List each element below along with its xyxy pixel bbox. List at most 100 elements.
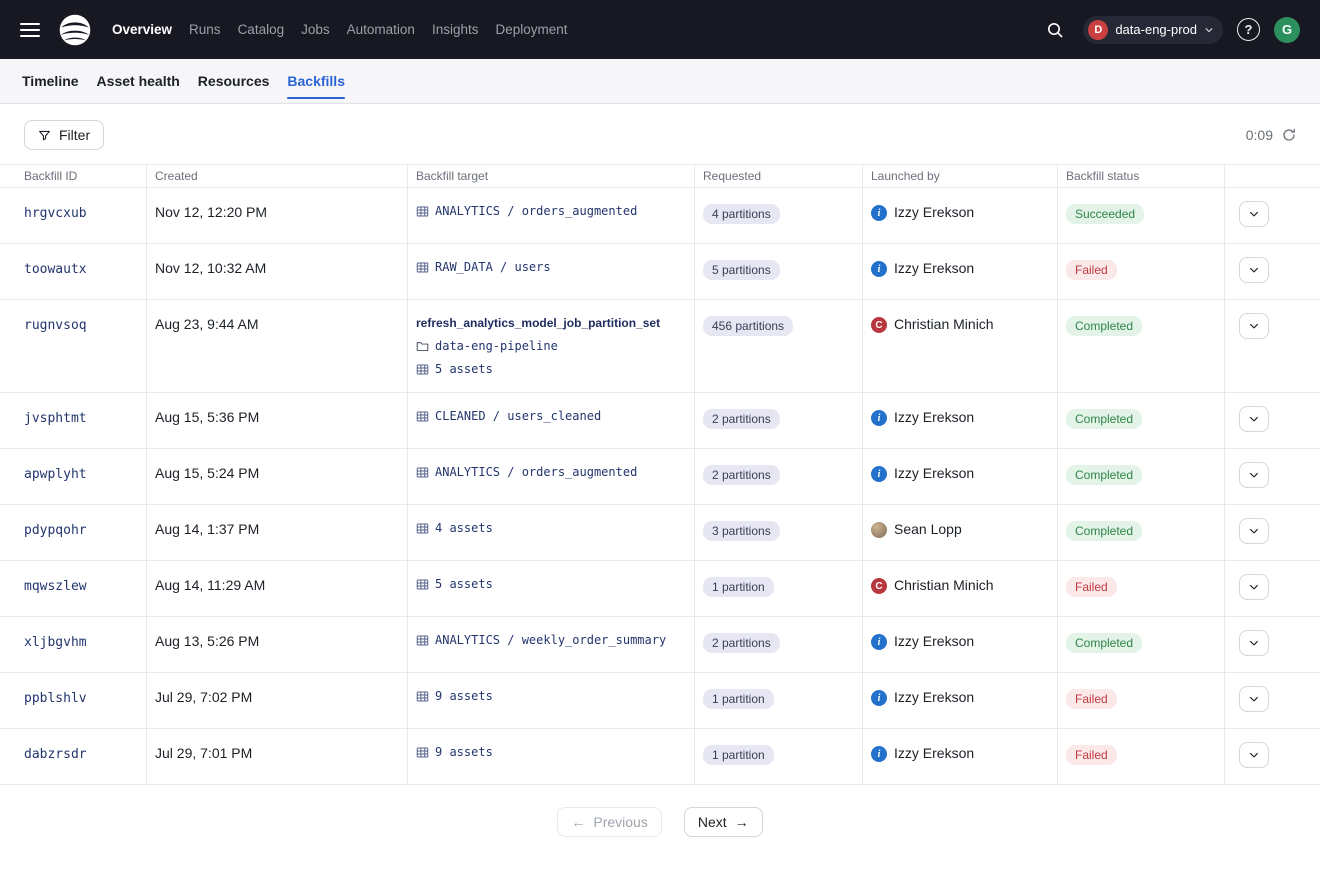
target-link[interactable]: data-eng-pipeline [435, 339, 558, 353]
status-badge: Failed [1066, 260, 1117, 280]
status-badge: Failed [1066, 577, 1117, 597]
backfill-id-link[interactable]: apwplyht [24, 467, 87, 482]
target-line: 4 assets [416, 521, 686, 535]
left-arrow-icon: ← [571, 814, 585, 830]
backfill-id-cell: jvsphtmt [0, 393, 147, 448]
grid-icon [416, 410, 429, 423]
tab-resources[interactable]: Resources [198, 59, 270, 103]
user-avatar-icon: i [871, 746, 887, 762]
refresh-icon[interactable] [1282, 128, 1296, 142]
created-cell: Jul 29, 7:02 PM [147, 673, 408, 728]
launched-by-cell: iIzzy Erekson [863, 673, 1058, 728]
target-link[interactable]: ANALYTICS / orders_augmented [435, 204, 637, 218]
requested-badge: 2 partitions [703, 465, 780, 485]
backfill-id-link[interactable]: xljbgvhm [24, 635, 87, 650]
nav-item-automation[interactable]: Automation [347, 22, 415, 37]
table-row: pdypqohr Aug 14, 1:37 PM 4 assets 3 part… [0, 505, 1320, 561]
nav-item-catalog[interactable]: Catalog [238, 22, 285, 37]
requested-cell: 1 partition [695, 673, 863, 728]
user-avatar-icon: C [871, 317, 887, 333]
nav-item-insights[interactable]: Insights [432, 22, 479, 37]
col-header-backfill-target: Backfill target [408, 165, 695, 187]
status-cell: Completed [1058, 617, 1225, 672]
target-link[interactable]: 9 assets [435, 689, 493, 703]
user-avatar-icon: C [871, 578, 887, 594]
status-cell: Succeeded [1058, 188, 1225, 243]
backfill-id-link[interactable]: dabzrsdr [24, 747, 87, 762]
next-page-button[interactable]: Next → [684, 807, 763, 837]
actions-cell [1225, 449, 1320, 504]
row-actions-button[interactable] [1239, 462, 1269, 488]
status-badge: Failed [1066, 689, 1117, 709]
help-icon[interactable]: ? [1237, 18, 1260, 41]
actions-cell [1225, 617, 1320, 672]
backfill-target-cell: 4 assets [408, 505, 695, 560]
job-link[interactable]: refresh_analytics_model_job_partition_se… [416, 316, 686, 330]
target-link[interactable]: 9 assets [435, 745, 493, 759]
target-line: ANALYTICS / orders_augmented [416, 465, 686, 479]
search-icon[interactable] [1041, 16, 1069, 44]
tab-backfills[interactable]: Backfills [287, 59, 345, 103]
row-actions-button[interactable] [1239, 686, 1269, 712]
backfill-id-cell: toowautx [0, 244, 147, 299]
backfill-id-link[interactable]: toowautx [24, 262, 87, 277]
row-actions-button[interactable] [1239, 257, 1269, 283]
created-cell: Aug 14, 1:37 PM [147, 505, 408, 560]
deployment-switcher[interactable]: D data-eng-prod [1083, 16, 1223, 44]
backfill-id-link[interactable]: pdypqohr [24, 523, 87, 538]
previous-page-button[interactable]: ← Previous [557, 807, 661, 837]
backfill-id-link[interactable]: jvsphtmt [24, 411, 87, 426]
backfill-id-cell: xljbgvhm [0, 617, 147, 672]
requested-cell: 3 partitions [695, 505, 863, 560]
tab-timeline[interactable]: Timeline [22, 59, 79, 103]
target-link[interactable]: 4 assets [435, 521, 493, 535]
backfill-id-link[interactable]: mqwszlew [24, 579, 87, 594]
nav-item-runs[interactable]: Runs [189, 22, 221, 37]
requested-cell: 456 partitions [695, 300, 863, 392]
backfill-id-cell: rugnvsoq [0, 300, 147, 392]
filter-button[interactable]: Filter [24, 120, 104, 150]
actions-cell [1225, 188, 1320, 243]
nav-item-deployment[interactable]: Deployment [495, 22, 567, 37]
nav-item-jobs[interactable]: Jobs [301, 22, 330, 37]
status-badge: Succeeded [1066, 204, 1144, 224]
refresh-timer-group: 0:09 [1246, 127, 1296, 143]
grid-icon [416, 578, 429, 591]
tab-asset-health[interactable]: Asset health [97, 59, 180, 103]
row-actions-button[interactable] [1239, 742, 1269, 768]
target-link[interactable]: RAW_DATA / users [435, 260, 551, 274]
row-actions-button[interactable] [1239, 313, 1269, 339]
row-actions-button[interactable] [1239, 630, 1269, 656]
dagster-logo-icon[interactable] [56, 11, 94, 49]
hamburger-menu-icon[interactable] [20, 23, 40, 37]
user-avatar[interactable]: G [1274, 17, 1300, 43]
top-nav: Overview Runs Catalog Jobs Automation In… [0, 0, 1320, 59]
table-row: ppblshlv Jul 29, 7:02 PM 9 assets 1 part… [0, 673, 1320, 729]
target-link[interactable]: CLEANED / users_cleaned [435, 409, 601, 423]
previous-page-label: Previous [593, 814, 647, 830]
row-actions-button[interactable] [1239, 406, 1269, 432]
target-link[interactable]: ANALYTICS / orders_augmented [435, 465, 637, 479]
backfill-id-link[interactable]: rugnvsoq [24, 318, 87, 333]
backfill-target-cell: 9 assets [408, 673, 695, 728]
next-page-label: Next [698, 814, 727, 830]
nav-item-overview[interactable]: Overview [112, 22, 172, 37]
row-actions-button[interactable] [1239, 574, 1269, 600]
backfill-id-link[interactable]: hrgvcxub [24, 206, 87, 221]
target-link[interactable]: ANALYTICS / weekly_order_summary [435, 633, 666, 647]
grid-icon [416, 746, 429, 759]
backfill-target-cell: 5 assets [408, 561, 695, 616]
backfill-id-link[interactable]: ppblshlv [24, 691, 87, 706]
backfill-target-cell: ANALYTICS / orders_augmented [408, 449, 695, 504]
row-actions-button[interactable] [1239, 518, 1269, 544]
requested-cell: 2 partitions [695, 617, 863, 672]
toolbar: Filter 0:09 [0, 104, 1320, 164]
target-link[interactable]: 5 assets [435, 577, 493, 591]
backfill-id-cell: dabzrsdr [0, 729, 147, 784]
row-actions-button[interactable] [1239, 201, 1269, 227]
nav-right-group: D data-eng-prod ? G [1041, 16, 1300, 44]
created-cell: Aug 14, 11:29 AM [147, 561, 408, 616]
target-link[interactable]: 5 assets [435, 362, 493, 376]
user-name: Christian Minich [894, 316, 994, 332]
pagination: ← Previous Next → [0, 807, 1320, 837]
